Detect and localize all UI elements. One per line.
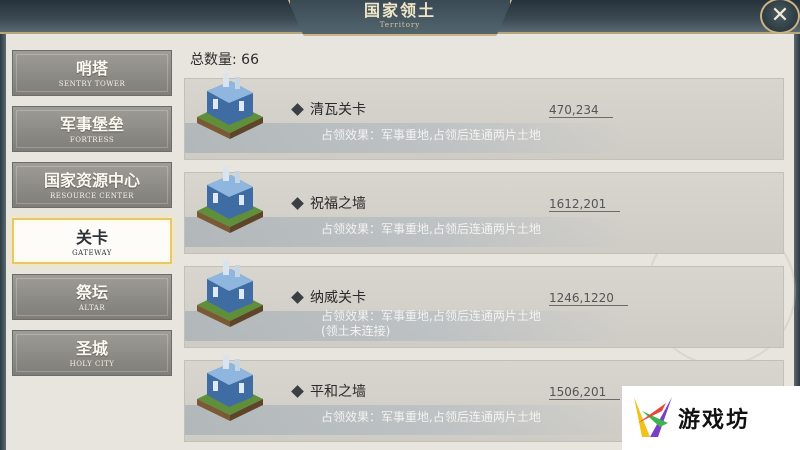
title-plate: 国家领土 Territory	[288, 0, 512, 36]
page-title: 国家领土	[363, 1, 436, 20]
watermark-text: 游戏坊	[678, 408, 751, 433]
occupation-effect: 占领效果：军事重地,占领后连通两片土地	[321, 222, 541, 236]
gateway-name-text: 纳威关卡	[310, 290, 366, 306]
tab-sentry-tower[interactable]: 哨塔 SENTRY TOWER	[12, 50, 172, 96]
gateway-name-text: 清瓦关卡	[310, 102, 366, 118]
coordinates-link[interactable]: 470,234	[549, 103, 613, 118]
tab-gateway[interactable]: 关卡 GATEWAY	[12, 218, 172, 264]
gateway-building-icon	[197, 73, 263, 139]
tab-label: 关卡	[75, 228, 108, 247]
tab-label: 军事堡垒	[59, 115, 124, 134]
tab-label: 圣城	[75, 339, 108, 358]
game-site-logo-icon	[634, 397, 672, 437]
tab-sublabel: SENTRY TOWER	[58, 80, 126, 88]
diamond-bullet-icon	[291, 196, 304, 210]
list-item[interactable]: 清瓦关卡 470,234 占领效果：军事重地,占领后连通两片土地	[184, 73, 784, 160]
coordinates-link[interactable]: 1246,1220	[549, 291, 628, 306]
diamond-bullet-icon	[291, 290, 304, 304]
connection-note: (领土未连接)	[321, 324, 391, 338]
list-item[interactable]: 纳威关卡 1246,1220 占领效果：军事重地,占领后连通两片土地 (领土未连…	[184, 261, 784, 348]
gateway-building-icon	[197, 167, 263, 233]
tab-label: 国家资源中心	[43, 171, 140, 190]
tab-sublabel: GATEWAY	[72, 249, 112, 257]
tab-sublabel: HOLY CITY	[69, 360, 115, 368]
tab-fortress[interactable]: 军事堡垒 FORTRESS	[12, 106, 172, 152]
occupation-effect: 占领效果：军事重地,占领后连通两片土地	[321, 309, 541, 323]
gateway-building-icon	[197, 355, 263, 421]
tab-sublabel: FORTRESS	[69, 136, 115, 144]
tab-sublabel: RESOURCE CENTER	[50, 192, 134, 200]
total-count: 总数量: 66	[190, 52, 259, 68]
coordinates-link[interactable]: 1506,201	[549, 385, 621, 400]
gateway-name: 清瓦关卡	[291, 99, 366, 119]
gateway-name-text: 平和之墙	[310, 384, 366, 400]
tab-label: 哨塔	[75, 59, 108, 78]
tab-holy-city[interactable]: 圣城 HOLY CITY	[12, 330, 172, 376]
close-icon: ✕	[770, 3, 790, 28]
diamond-bullet-icon	[291, 102, 304, 116]
gateway-name: 平和之墙	[291, 381, 366, 401]
gateway-name: 祝福之墙	[291, 193, 366, 213]
watermark: 游戏坊	[622, 386, 800, 450]
page-subtitle: Territory	[379, 21, 421, 29]
tab-label: 祭坛	[75, 283, 108, 302]
tab-sublabel: ALTAR	[78, 304, 106, 312]
gateway-building-icon	[197, 261, 263, 327]
occupation-effect: 占领效果：军事重地,占领后连通两片土地	[321, 128, 541, 142]
diamond-bullet-icon	[291, 384, 304, 398]
occupation-effect: 占领效果：军事重地,占领后连通两片土地	[321, 410, 541, 424]
coordinates-link[interactable]: 1612,201	[549, 197, 621, 212]
tab-altar[interactable]: 祭坛 ALTAR	[12, 274, 172, 320]
gateway-name-text: 祝福之墙	[310, 196, 366, 212]
list-item[interactable]: 祝福之墙 1612,201 占领效果：军事重地,占领后连通两片土地	[184, 167, 784, 254]
category-sidebar: 哨塔 SENTRY TOWER 军事堡垒 FORTRESS 国家资源中心 RES…	[12, 50, 172, 386]
gateway-name: 纳威关卡	[291, 287, 366, 307]
tab-resource-center[interactable]: 国家资源中心 RESOURCE CENTER	[12, 162, 172, 208]
